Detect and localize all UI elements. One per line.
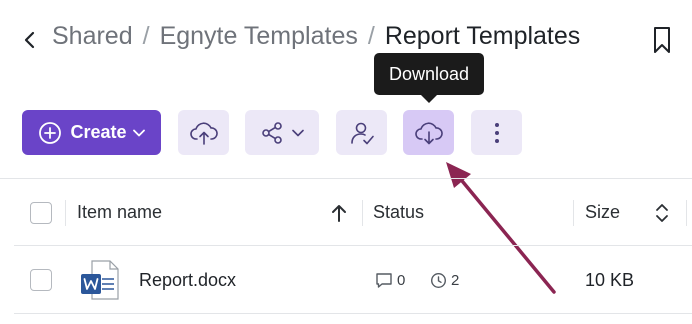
column-header-size[interactable]: Size bbox=[585, 202, 620, 223]
comment-icon bbox=[376, 273, 392, 288]
header-divider bbox=[14, 245, 692, 246]
file-name[interactable]: Report.docx bbox=[139, 270, 236, 291]
row-divider bbox=[14, 313, 692, 314]
comment-count: 0 bbox=[397, 272, 406, 289]
column-header-item-name[interactable]: Item name bbox=[77, 202, 162, 223]
sort-up-icon[interactable] bbox=[331, 203, 347, 223]
column-divider bbox=[686, 200, 687, 226]
clock-icon bbox=[430, 272, 447, 289]
column-divider bbox=[65, 200, 66, 226]
row-checkbox[interactable] bbox=[30, 269, 52, 291]
column-divider bbox=[362, 200, 363, 226]
select-all-checkbox[interactable] bbox=[30, 202, 52, 224]
word-doc-icon bbox=[81, 260, 119, 300]
column-divider bbox=[573, 200, 574, 226]
table-top-divider bbox=[0, 178, 692, 179]
version-count: 2 bbox=[451, 272, 460, 289]
column-header-status[interactable]: Status bbox=[373, 202, 424, 223]
file-size: 10 KB bbox=[585, 270, 635, 290]
sort-toggle-icon[interactable] bbox=[655, 202, 669, 224]
